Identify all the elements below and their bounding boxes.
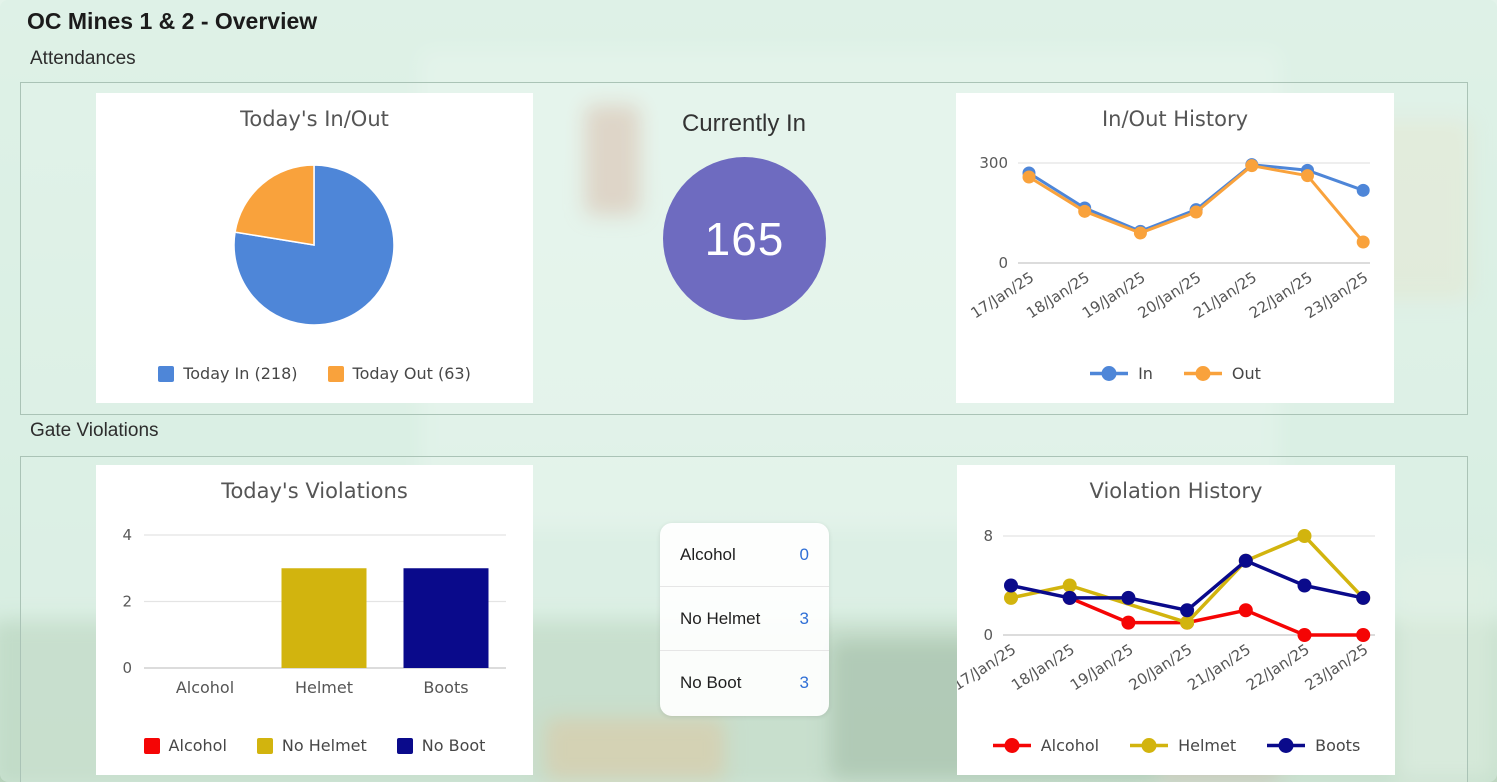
page-title: OC Mines 1 & 2 - Overview [27, 8, 317, 35]
svg-text:23/Jan/25: 23/Jan/25 [1302, 268, 1372, 322]
section-label-attendances: Attendances [30, 48, 136, 70]
legend-line-marker [1129, 737, 1169, 754]
svg-text:21/Jan/25: 21/Jan/25 [1190, 268, 1260, 322]
svg-text:22/Jan/25: 22/Jan/25 [1243, 640, 1313, 694]
violation-history-legend: Alcohol Helmet Boots [957, 736, 1395, 755]
svg-text:17/Jan/25: 17/Jan/25 [957, 640, 1019, 694]
legend-item[interactable]: No Helmet [257, 736, 367, 755]
svg-text:8: 8 [983, 527, 993, 545]
inout-history-line-chart: 300 017/Jan/2518/Jan/2519/Jan/2520/Jan/25… [956, 93, 1394, 403]
summary-value: 3 [800, 609, 809, 629]
svg-text:18/Jan/25: 18/Jan/25 [1008, 640, 1078, 694]
legend-item[interactable]: Helmet [1129, 736, 1236, 755]
svg-text:23/Jan/25: 23/Jan/25 [1302, 640, 1372, 694]
svg-text:0: 0 [122, 659, 132, 677]
legend-label: Boots [1315, 736, 1360, 755]
svg-text:0: 0 [998, 254, 1008, 272]
legend-line-marker [1183, 365, 1223, 382]
section-label-gate-violations: Gate Violations [30, 420, 159, 442]
legend-swatch [144, 738, 160, 754]
svg-text:Helmet: Helmet [295, 678, 353, 697]
svg-text:19/Jan/25: 19/Jan/25 [1079, 268, 1149, 322]
svg-text:22/Jan/25: 22/Jan/25 [1246, 268, 1316, 322]
summary-label: Alcohol [680, 545, 736, 565]
todays-violations-bar-chart: 4 2 0 Alcohol Helmet Boots [96, 465, 533, 775]
legend-line-marker [1089, 365, 1129, 382]
legend-item[interactable]: No Boot [397, 736, 486, 755]
legend-swatch [328, 366, 344, 382]
summary-row-alcohol: Alcohol 0 [660, 523, 829, 587]
dashboard-page: OC Mines 1 & 2 - Overview Attendances Ga… [0, 0, 1497, 782]
todays-violations-card: Today's Violations 4 2 0 Alcohol Helmet Boots… [96, 465, 533, 775]
violation-summary-card: Alcohol 0 No Helmet 3 No Boot 3 [660, 523, 829, 716]
legend-label: No Helmet [282, 736, 367, 755]
summary-label: No Helmet [680, 609, 760, 629]
legend-swatch [397, 738, 413, 754]
legend-item[interactable]: In [1089, 364, 1153, 383]
legend-item[interactable]: Today In (218) [158, 364, 297, 383]
svg-text:20/Jan/25: 20/Jan/25 [1126, 640, 1196, 694]
todays-violations-title: Today's Violations [96, 479, 533, 503]
legend-swatch [158, 366, 174, 382]
svg-text:Boots: Boots [423, 678, 468, 697]
violation-history-card: Violation History 8 017/Jan/2518/Jan/2519… [957, 465, 1395, 775]
todays-inout-pie-chart [96, 93, 533, 403]
summary-value: 3 [800, 673, 809, 693]
svg-text:18/Jan/25: 18/Jan/25 [1023, 268, 1093, 322]
currently-in-title: Currently In [619, 110, 869, 138]
todays-inout-title: Today's In/Out [96, 107, 533, 131]
svg-text:300: 300 [979, 154, 1008, 172]
legend-label: Helmet [1178, 736, 1236, 755]
svg-text:2: 2 [122, 593, 132, 611]
svg-text:Alcohol: Alcohol [176, 678, 234, 697]
legend-label: No Boot [422, 736, 486, 755]
legend-item[interactable]: Today Out (63) [328, 364, 471, 383]
legend-item[interactable]: Boots [1266, 736, 1360, 755]
inout-history-card: In/Out History 300 017/Jan/2518/Jan/2519/… [956, 93, 1394, 403]
svg-text:4: 4 [122, 526, 132, 544]
svg-text:19/Jan/25: 19/Jan/25 [1067, 640, 1137, 694]
legend-label: Today In (218) [183, 364, 297, 383]
svg-text:0: 0 [983, 626, 993, 644]
todays-inout-legend: Today In (218) Today Out (63) [96, 364, 533, 383]
svg-text:21/Jan/25: 21/Jan/25 [1184, 640, 1254, 694]
inout-history-title: In/Out History [956, 107, 1394, 131]
inout-history-legend: In Out [956, 364, 1394, 383]
violation-history-line-chart: 8 017/Jan/2518/Jan/2519/Jan/2520/Jan/2521… [957, 465, 1395, 775]
legend-label: Today Out (63) [353, 364, 471, 383]
legend-line-marker [992, 737, 1032, 754]
todays-inout-card: Today's In/Out Today In (218) Today Out (… [96, 93, 533, 403]
svg-text:17/Jan/25: 17/Jan/25 [967, 268, 1037, 322]
summary-row-no-boot: No Boot 3 [660, 651, 829, 714]
summary-label: No Boot [680, 673, 741, 693]
svg-text:20/Jan/25: 20/Jan/25 [1135, 268, 1205, 322]
legend-label: Alcohol [1041, 736, 1099, 755]
summary-row-no-helmet: No Helmet 3 [660, 587, 829, 651]
legend-label: Out [1232, 364, 1261, 383]
legend-item[interactable]: Alcohol [992, 736, 1099, 755]
currently-in-circle: 165 [663, 157, 826, 320]
legend-line-marker [1266, 737, 1306, 754]
todays-violations-legend: Alcohol No Helmet No Boot [96, 736, 533, 755]
legend-swatch [257, 738, 273, 754]
legend-item[interactable]: Out [1183, 364, 1261, 383]
legend-label: Alcohol [169, 736, 227, 755]
legend-label: In [1138, 364, 1153, 383]
violation-history-title: Violation History [957, 479, 1395, 503]
summary-value: 0 [800, 545, 809, 565]
currently-in-value: 165 [705, 212, 785, 266]
legend-item[interactable]: Alcohol [144, 736, 227, 755]
